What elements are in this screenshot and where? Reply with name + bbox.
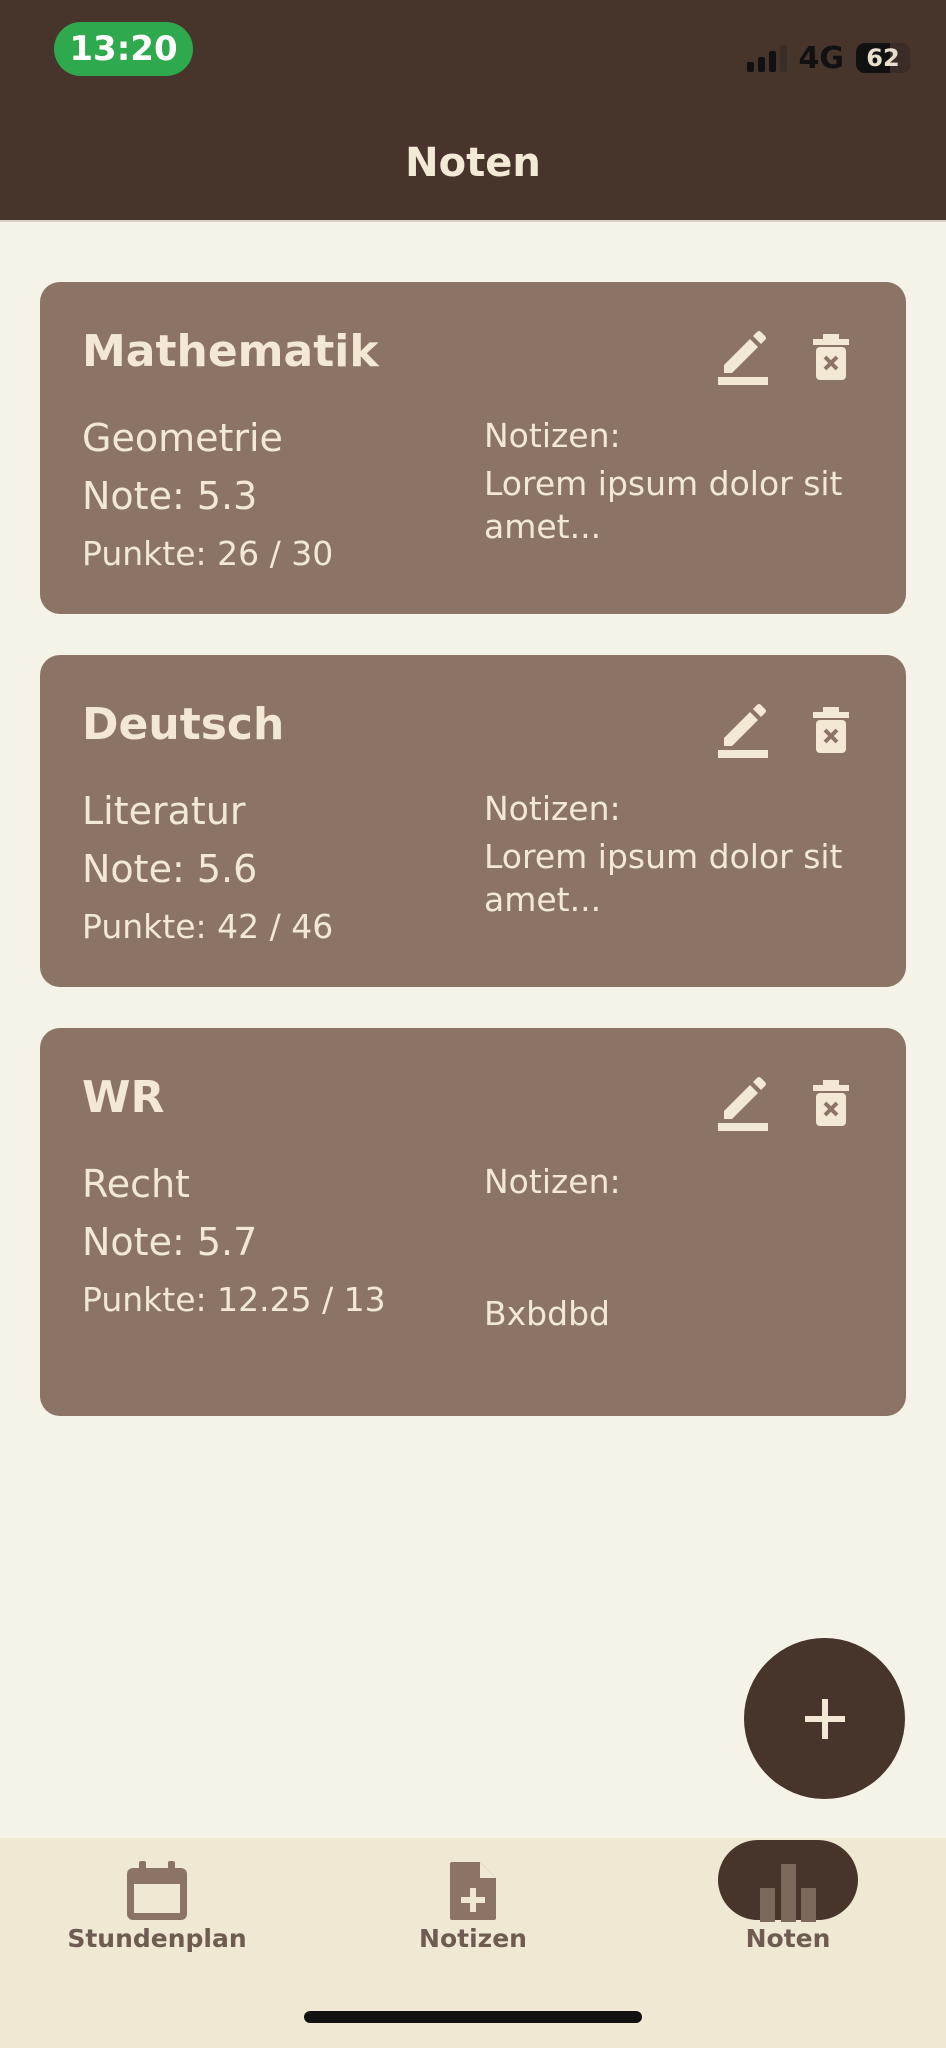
- edit-button[interactable]: [713, 324, 773, 390]
- grade-value: Note: 5.3: [82, 474, 258, 518]
- edit-button[interactable]: [713, 697, 773, 763]
- trash-icon: [813, 707, 849, 753]
- subject-title: Deutsch: [82, 699, 285, 750]
- trash-icon: [813, 334, 849, 380]
- battery-icon: 62: [856, 43, 910, 73]
- grade-value: Note: 5.7: [82, 1220, 258, 1264]
- trash-icon: [813, 1080, 849, 1126]
- topic: Geometrie: [82, 416, 283, 460]
- edit-button[interactable]: [713, 1070, 773, 1136]
- points: Punkte: 42 / 46: [82, 907, 334, 946]
- notes-text: Bxbdbd: [484, 1294, 610, 1333]
- edit-icon: [718, 331, 768, 385]
- app-header: 13:20 4G 62 Noten: [0, 0, 946, 222]
- edit-icon: [718, 704, 768, 758]
- grade-card: WR Recht Note: 5.7 Punkte: 12.25 / 13 No…: [40, 1028, 906, 1416]
- home-indicator: [304, 2011, 642, 2023]
- grade-value: Note: 5.6: [82, 847, 258, 891]
- grade-card: Mathematik Geometrie Note: 5.3 Punkte: 2…: [40, 282, 906, 614]
- points: Punkte: 12.25 / 13: [82, 1280, 386, 1319]
- nav-label: Noten: [745, 1924, 831, 1953]
- nav-item-noten[interactable]: Noten: [668, 1838, 908, 1978]
- notes-label: Notizen:: [484, 789, 621, 828]
- notes-label: Notizen:: [484, 416, 621, 455]
- signal-icon: [746, 44, 787, 72]
- status-indicators: 4G 62: [746, 40, 910, 76]
- topic: Recht: [82, 1162, 190, 1206]
- subject-title: WR: [82, 1072, 165, 1123]
- notes-text: Lorem ipsum dolor sit amet...: [484, 837, 843, 919]
- plus-icon: [804, 1698, 845, 1739]
- subject-title: Mathematik: [82, 326, 379, 377]
- notes-text: Lorem ipsum dolor sit amet...: [484, 464, 843, 546]
- notes-label: Notizen:: [484, 1162, 621, 1201]
- nav-item-notizen[interactable]: Notizen: [353, 1838, 593, 1978]
- add-grade-button[interactable]: [744, 1638, 905, 1799]
- edit-icon: [718, 1077, 768, 1131]
- grade-card: Deutsch Literatur Note: 5.6 Punkte: 42 /…: [40, 655, 906, 987]
- calendar-icon: [127, 1861, 187, 1920]
- delete-button[interactable]: [808, 324, 854, 390]
- status-time: 13:20: [54, 22, 193, 76]
- delete-button[interactable]: [808, 1070, 854, 1136]
- topic: Literatur: [82, 789, 246, 833]
- nav-label: Notizen: [419, 1924, 527, 1953]
- nav-label: Stundenplan: [67, 1924, 247, 1953]
- page-title: Noten: [405, 140, 541, 186]
- nav-item-stundenplan[interactable]: Stundenplan: [37, 1838, 277, 1978]
- network-type: 4G: [798, 40, 845, 76]
- delete-button[interactable]: [808, 697, 854, 763]
- note-add-icon: [450, 1862, 496, 1920]
- points: Punkte: 26 / 30: [82, 534, 334, 573]
- battery-level: 62: [866, 44, 900, 72]
- bar-chart-icon: [760, 1864, 816, 1922]
